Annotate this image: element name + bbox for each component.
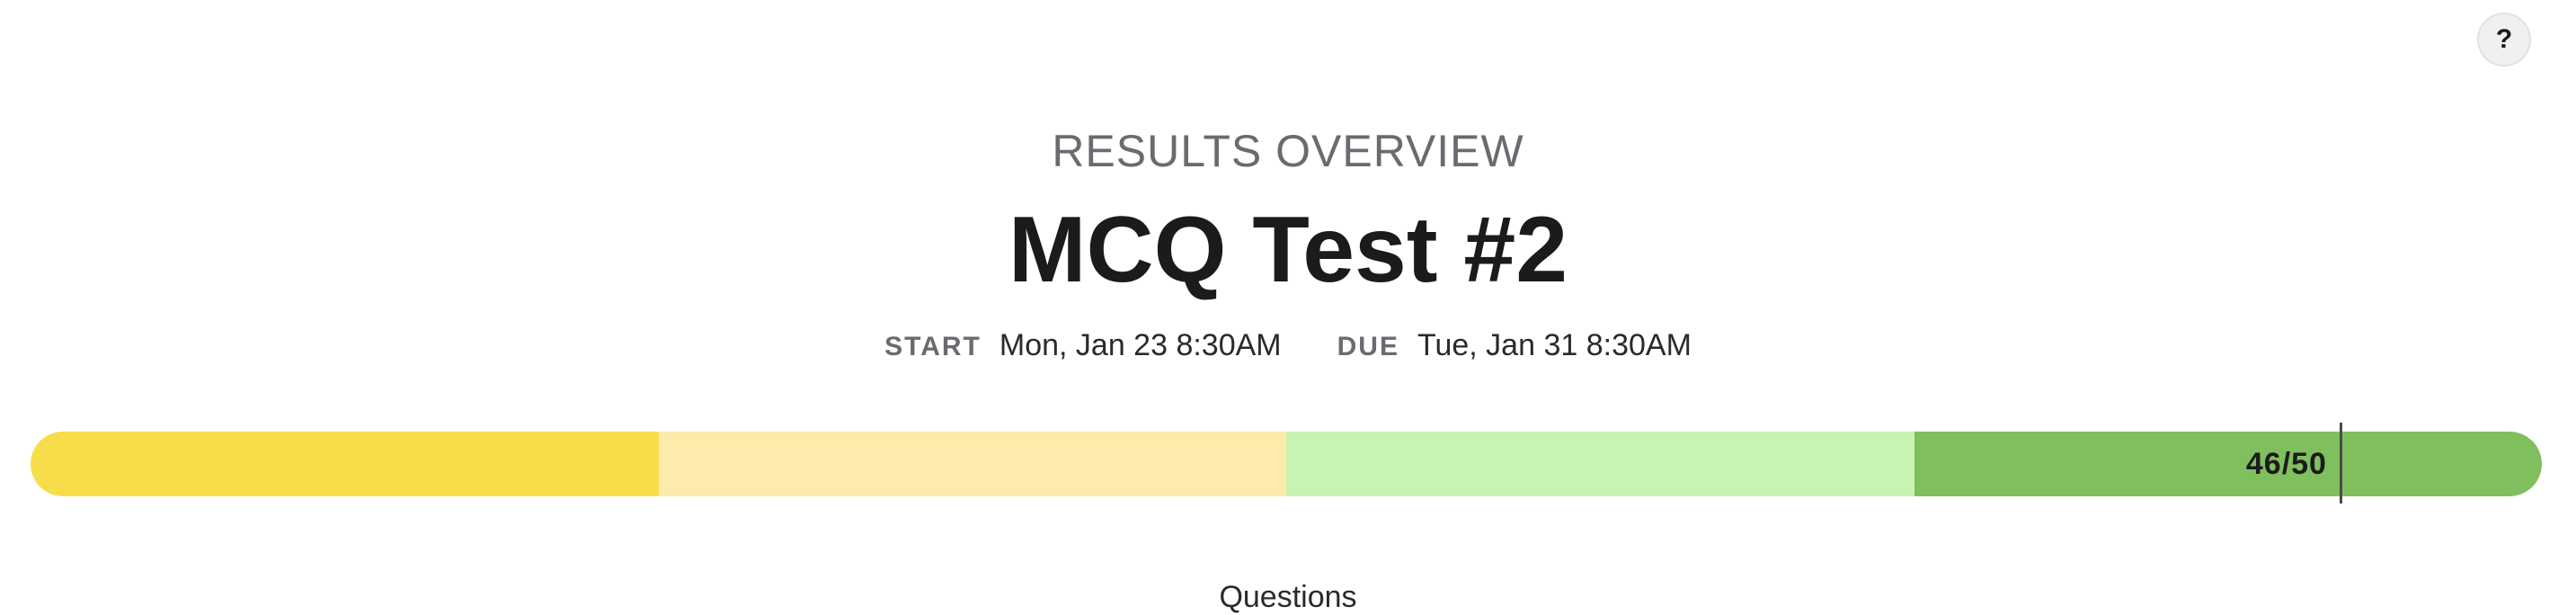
questions-heading: Questions: [1219, 580, 1357, 614]
help-button[interactable]: ?: [2477, 13, 2531, 67]
due-date-label: DUE: [1337, 332, 1399, 361]
start-date-value: Mon, Jan 23 8:30AM: [999, 328, 1282, 362]
progress-segment: [1286, 432, 1914, 496]
start-date-label: START: [884, 332, 982, 361]
test-dates: START Mon, Jan 23 8:30AM DUE Tue, Jan 31…: [0, 324, 2576, 369]
page-overline: RESULTS OVERVIEW: [1052, 126, 1524, 176]
score-progress-bar: [31, 432, 2542, 496]
page-title: MCQ Test #2: [1008, 198, 1568, 302]
score-marker: [2339, 423, 2342, 504]
start-date: START Mon, Jan 23 8:30AM: [884, 324, 1282, 369]
progress-segment: [1914, 432, 2542, 496]
due-date: DUE Tue, Jan 31 8:30AM: [1337, 324, 1692, 369]
due-date-value: Tue, Jan 31 8:30AM: [1417, 328, 1692, 362]
help-icon: ?: [2495, 24, 2513, 54]
score-label: 46/50: [2245, 446, 2327, 481]
progress-segment: [31, 432, 659, 496]
progress-segment: [658, 432, 1286, 496]
